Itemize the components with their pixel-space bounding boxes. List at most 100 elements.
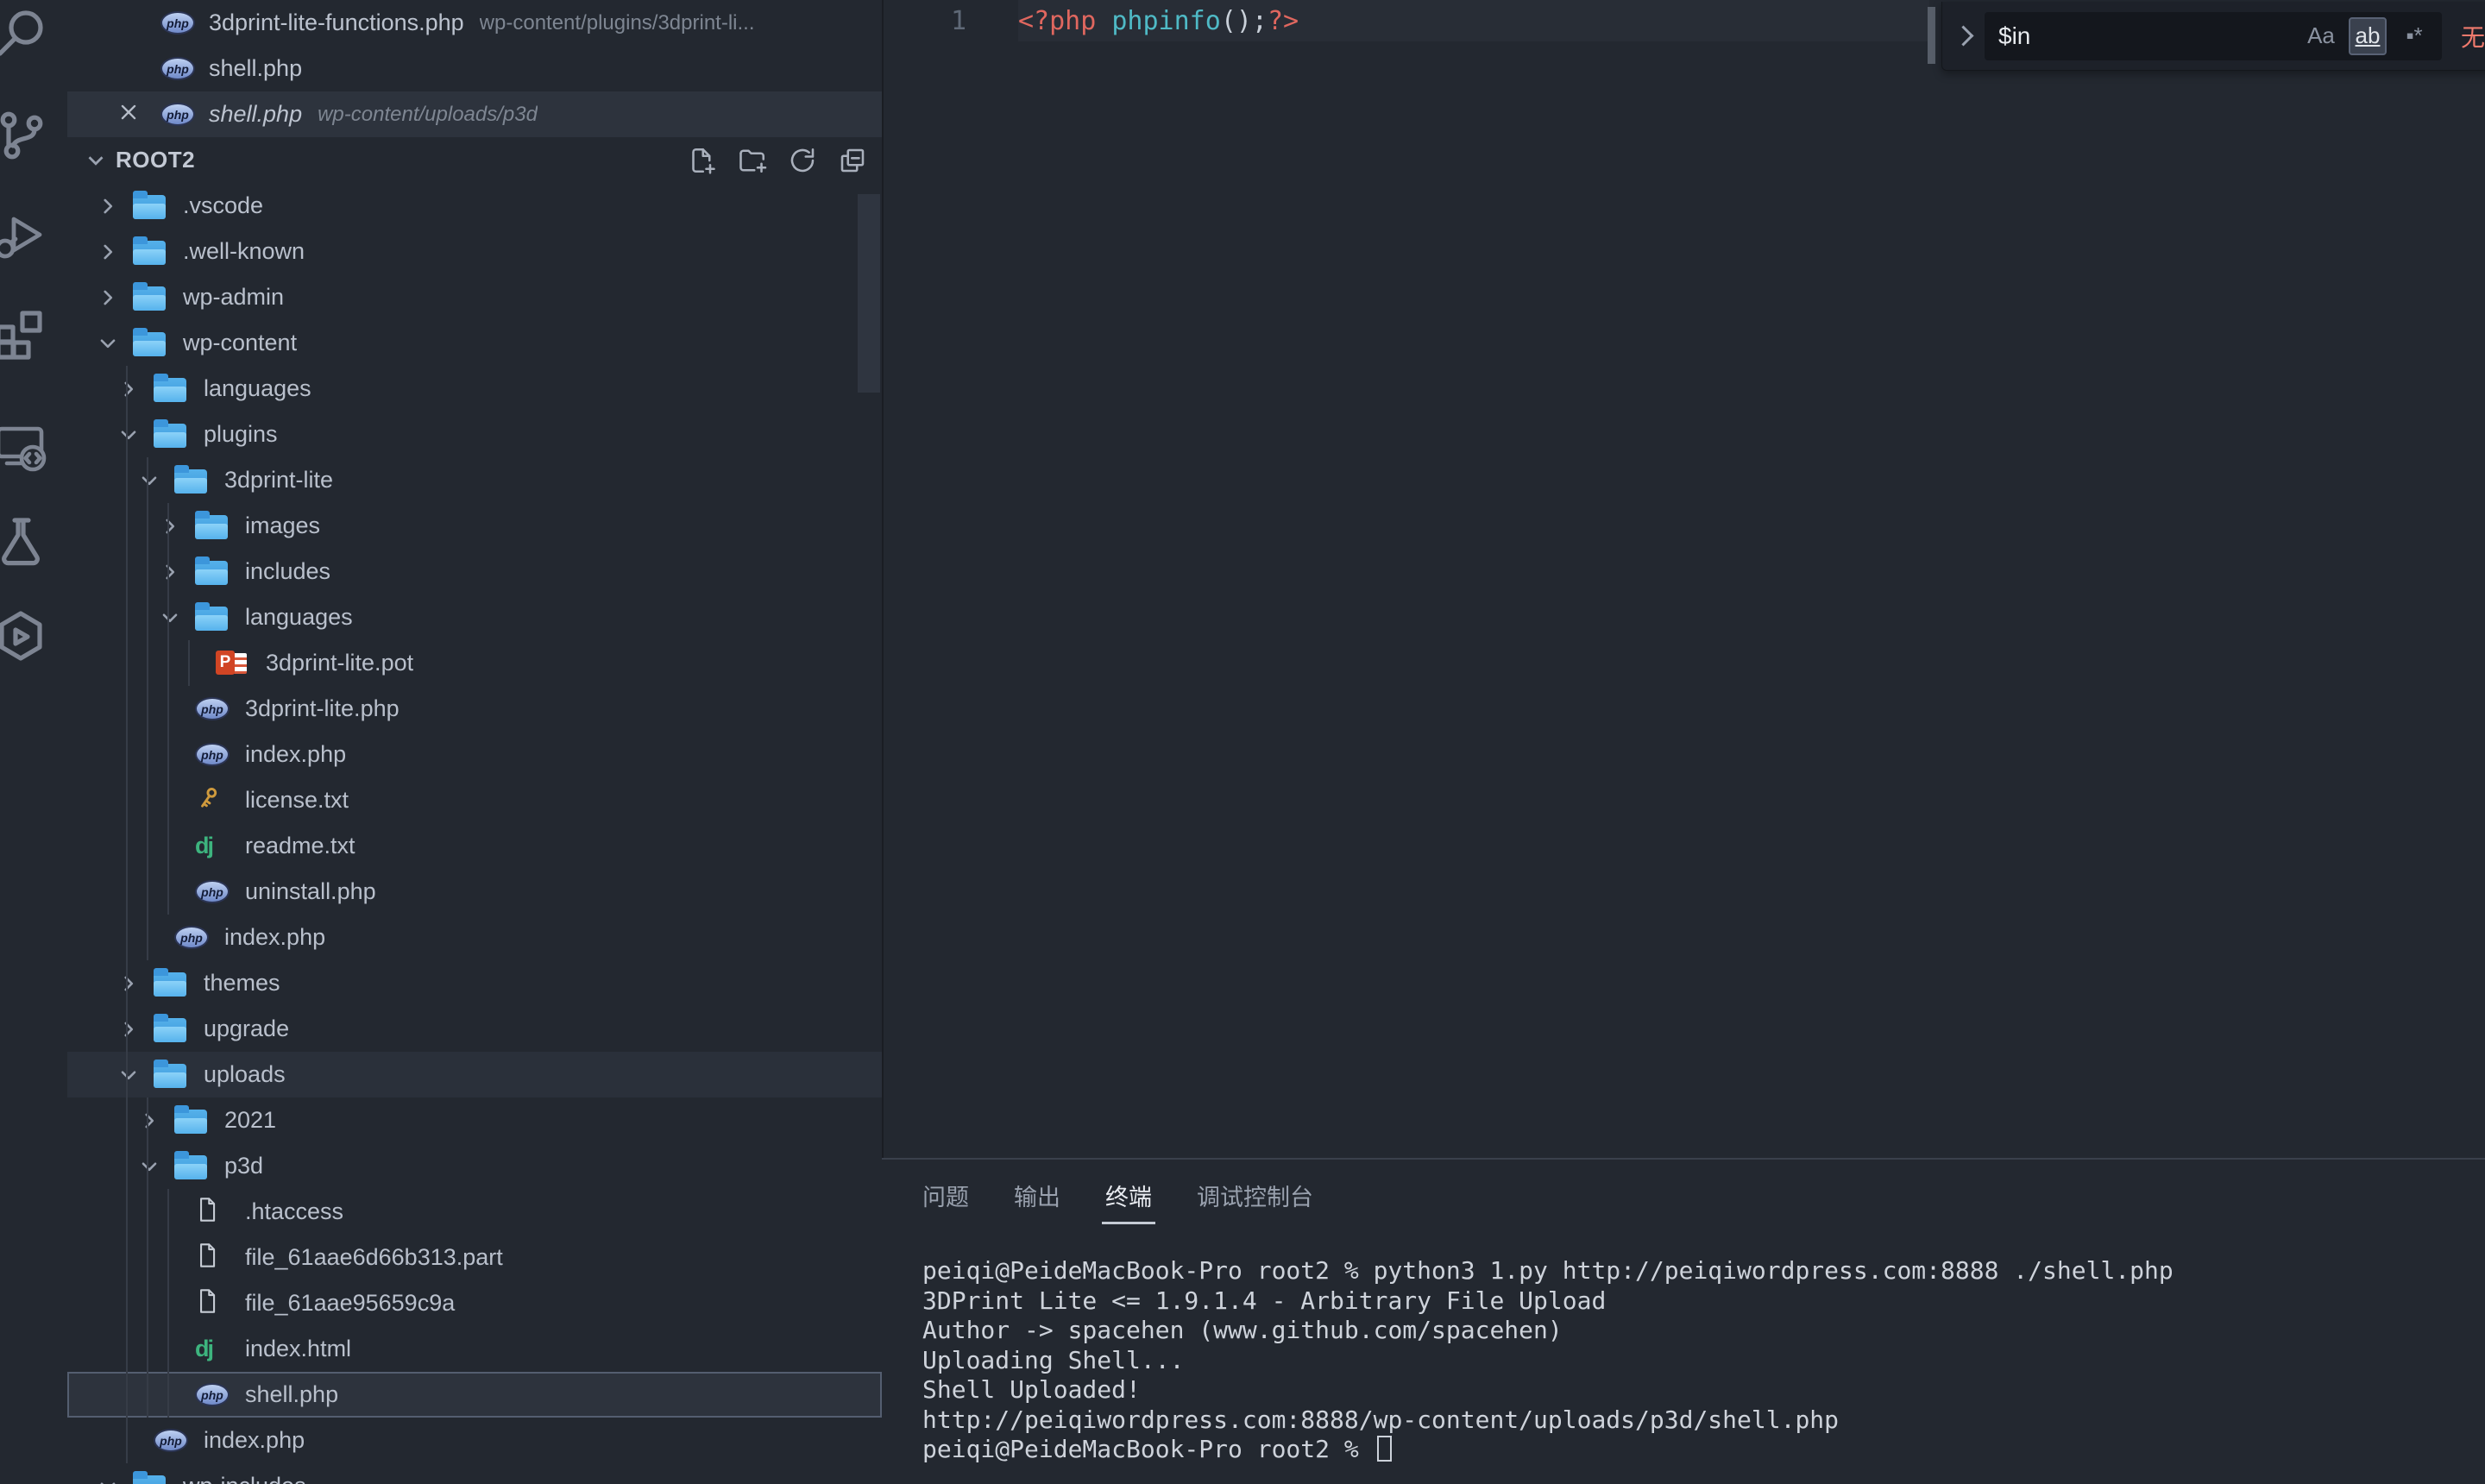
find-input[interactable]: $in Aaab▪*: [1985, 12, 2442, 60]
tree-item-3dprint-lite-pot[interactable]: P3dprint-lite.pot: [67, 640, 882, 686]
open-editor-path: wp-content/uploads/p3d: [318, 103, 538, 127]
panel-tab-输出[interactable]: 输出: [1014, 1160, 1060, 1228]
chevron-right-icon[interactable]: [138, 1110, 164, 1132]
find-widget-sash[interactable]: [1928, 7, 1935, 64]
chevron-down-icon[interactable]: [159, 607, 185, 629]
panel-tab-调试控制台[interactable]: 调试控制台: [1197, 1160, 1313, 1228]
extensions-icon[interactable]: [0, 306, 48, 362]
terminal-line: Author -> spacehen (www.github.com/space…: [922, 1316, 2468, 1346]
tree-item-uninstall-php[interactable]: phpuninstall.php: [67, 869, 882, 915]
whole-word-toggle[interactable]: ab: [2349, 17, 2387, 55]
tree-item-label: p3d: [224, 1153, 263, 1179]
tree-item-includes[interactable]: includes: [67, 549, 882, 594]
tree-item-index-php[interactable]: phpindex.php: [67, 732, 882, 777]
tree-item-p3d[interactable]: p3d: [67, 1143, 882, 1189]
tree-item-plugins[interactable]: plugins: [67, 412, 882, 457]
indent-guide: [167, 594, 169, 640]
testing-icon[interactable]: [0, 514, 48, 569]
chevron-down-icon[interactable]: [97, 332, 123, 355]
tree-item-file-61aae95659c9a[interactable]: file_61aae95659c9a: [67, 1280, 882, 1326]
tree-item-readme-txt[interactable]: djreadme.txt: [67, 823, 882, 869]
terminal-line: Shell Uploaded!: [922, 1375, 2468, 1405]
folder-icon: [133, 195, 166, 219]
tree-item-languages[interactable]: languages: [67, 366, 882, 412]
tree-item-label: index.html: [245, 1336, 351, 1362]
panel-tab-终端[interactable]: 终端: [1105, 1160, 1152, 1228]
section-title: ROOT2: [116, 147, 687, 173]
open-editor-item[interactable]: php3dprint-lite-functions.phpwp-content/…: [67, 0, 882, 46]
chevron-right-icon[interactable]: [97, 241, 123, 263]
tree-item-themes[interactable]: themes: [67, 960, 882, 1006]
code-token: phpinfo: [1111, 6, 1220, 36]
tree-item-3dprint-lite-php[interactable]: php3dprint-lite.php: [67, 686, 882, 732]
open-editor-item[interactable]: phpshell.phpwp-content/uploads/p3d: [67, 91, 882, 137]
tree-item-label: languages: [204, 375, 311, 402]
indent-guide: [147, 686, 148, 732]
terminal-line: peiqi@PeideMacBook-Pro root2 %: [922, 1435, 2468, 1465]
run-debug-icon[interactable]: [0, 207, 48, 262]
tree-item--vscode[interactable]: .vscode: [67, 183, 882, 229]
new-folder-button[interactable]: [737, 145, 768, 176]
close-icon[interactable]: [117, 101, 140, 128]
toggle-replace-icon[interactable]: [1953, 25, 1973, 46]
indent-guide: [167, 1372, 169, 1418]
tree-item-images[interactable]: images: [67, 503, 882, 549]
indent-guide: [126, 1326, 128, 1372]
dj-icon: dj: [195, 1336, 212, 1362]
box-3d-icon[interactable]: [0, 608, 48, 663]
indent-guide: [188, 640, 190, 686]
chevron-right-icon[interactable]: [159, 515, 185, 538]
indent-guide: [126, 1235, 128, 1280]
tree-item-2021[interactable]: 2021: [67, 1097, 882, 1143]
folder-icon: [174, 469, 207, 494]
chevron-right-icon[interactable]: [117, 378, 143, 400]
explorer-section-header[interactable]: ROOT2: [67, 137, 882, 183]
tree-item-wp-content[interactable]: wp-content: [67, 320, 882, 366]
chevron-right-icon[interactable]: [117, 1018, 143, 1041]
tree-item-index-html[interactable]: dj index.html: [67, 1326, 882, 1372]
chevron-right-icon[interactable]: [117, 972, 143, 995]
indent-guide: [126, 732, 128, 777]
sidebar-scrollbar[interactable]: [858, 194, 880, 393]
source-control-icon[interactable]: [0, 108, 48, 163]
panel-tab-问题[interactable]: 问题: [922, 1160, 969, 1228]
tree-item-uploads[interactable]: uploads: [67, 1052, 882, 1097]
remote-explorer-icon[interactable]: [0, 418, 48, 474]
tree-item-index-php[interactable]: phpindex.php: [67, 1418, 882, 1463]
tree-item--well-known[interactable]: .well-known: [67, 229, 882, 274]
chevron-right-icon[interactable]: [159, 561, 185, 583]
regex-toggle[interactable]: ▪*: [2395, 17, 2433, 55]
indent-guide: [126, 594, 128, 640]
chevron-down-icon[interactable]: [138, 1155, 164, 1178]
editor-area[interactable]: 1 <?php phpinfo();?> $in Aaab▪* 无结果: [882, 0, 2485, 1158]
tree-item-upgrade[interactable]: upgrade: [67, 1006, 882, 1052]
chevron-right-icon[interactable]: [97, 195, 123, 217]
indent-guide: [147, 457, 148, 503]
tree-item-shell-php[interactable]: phpshell.php: [67, 1372, 882, 1418]
chevron-down-icon[interactable]: [117, 1064, 143, 1086]
chevron-down-icon[interactable]: [138, 469, 164, 492]
match-case-toggle[interactable]: Aa: [2302, 17, 2340, 55]
tree-item-wp-includes[interactable]: wp-includes: [67, 1463, 882, 1484]
tree-item-wp-admin[interactable]: wp-admin: [67, 274, 882, 320]
folder-icon: [133, 241, 166, 265]
explorer-sidebar: php3dprint-lite-functions.phpwp-content/…: [67, 0, 882, 1484]
indent-guide: [126, 503, 128, 549]
collapse-all-button[interactable]: [837, 145, 868, 176]
search-icon[interactable]: [0, 7, 48, 62]
tree-item-3dprint-lite[interactable]: 3dprint-lite: [67, 457, 882, 503]
tree-item--htaccess[interactable]: .htaccess: [67, 1189, 882, 1235]
refresh-button[interactable]: [787, 145, 818, 176]
terminal-output[interactable]: peiqi@PeideMacBook-Pro root2 % python3 1…: [922, 1256, 2468, 1465]
tree-item-index-php[interactable]: phpindex.php: [67, 915, 882, 960]
chevron-down-icon[interactable]: [117, 424, 143, 446]
tree-item-license-txt[interactable]: license.txt: [67, 777, 882, 823]
chevron-down-icon[interactable]: [97, 1475, 123, 1484]
open-editor-item[interactable]: phpshell.php: [67, 46, 882, 91]
terminal-line: Uploading Shell...: [922, 1346, 2468, 1376]
indent-guide: [167, 686, 169, 732]
tree-item-file-61aae6d66b313-part[interactable]: file_61aae6d66b313.part: [67, 1235, 882, 1280]
new-file-button[interactable]: [687, 145, 718, 176]
tree-item-languages[interactable]: languages: [67, 594, 882, 640]
chevron-right-icon[interactable]: [97, 286, 123, 309]
